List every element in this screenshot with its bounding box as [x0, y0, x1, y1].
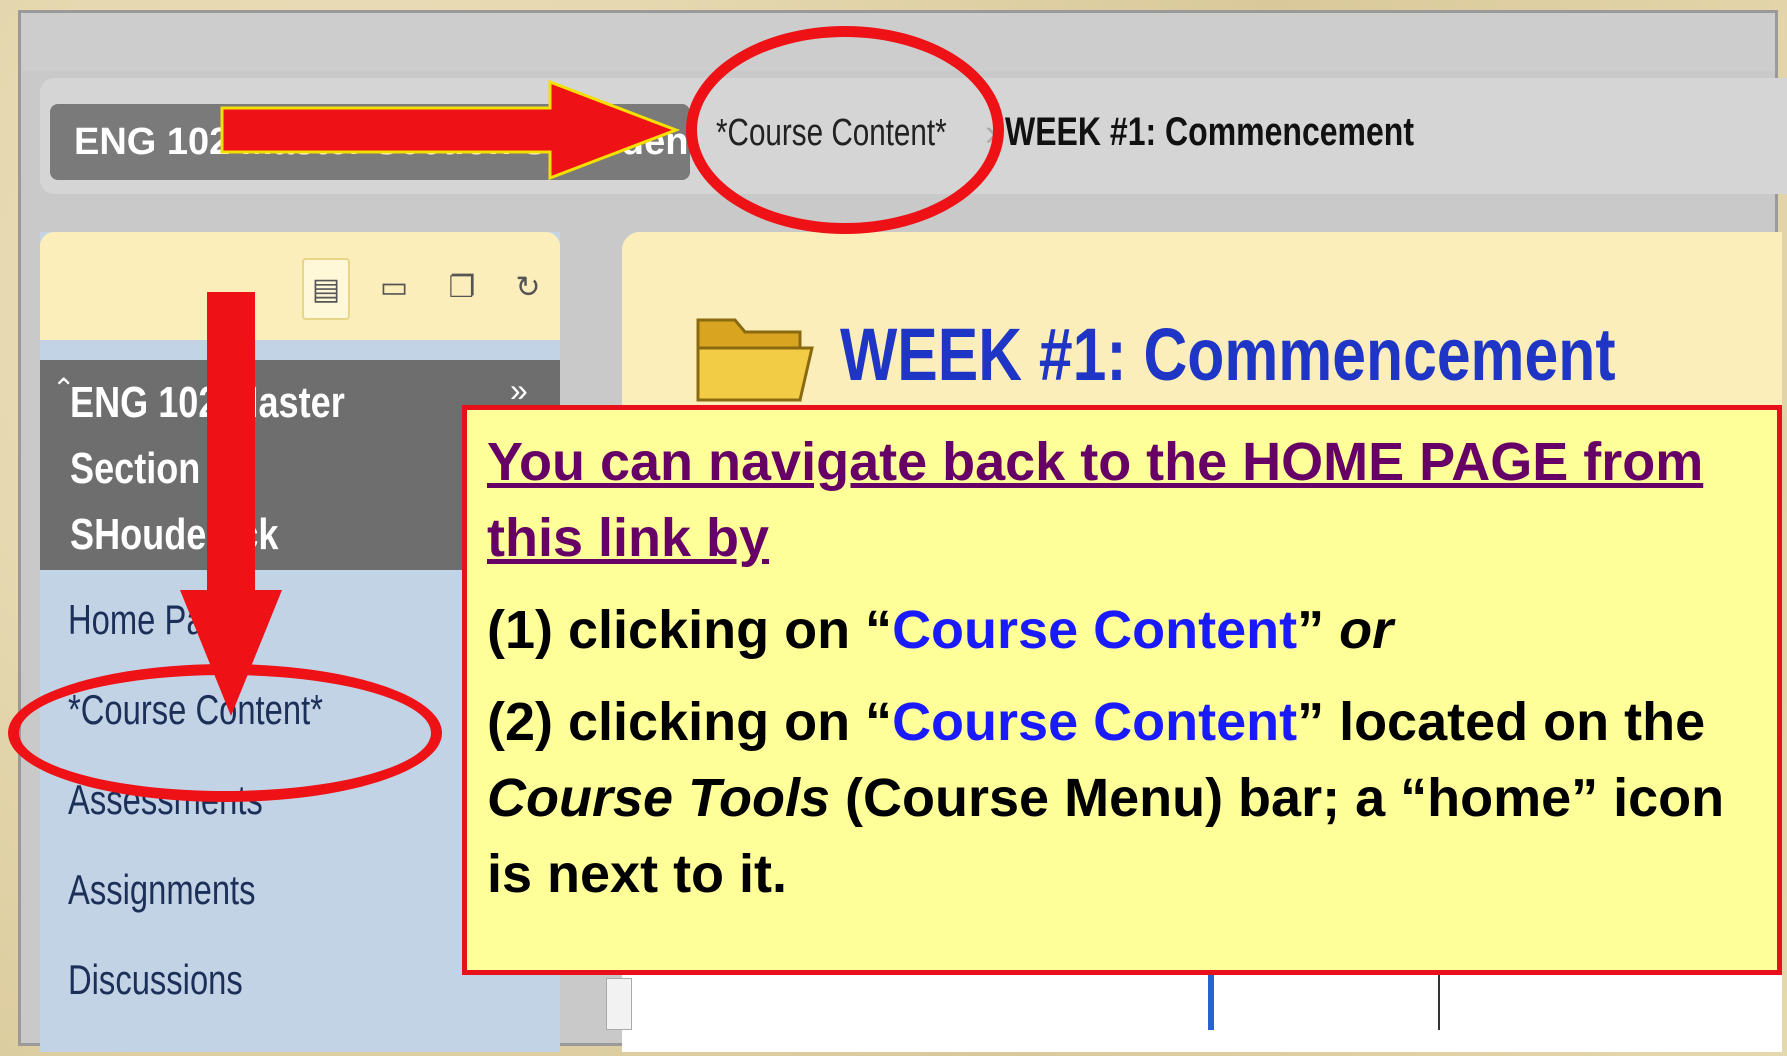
- step2-prefix: (2) clicking on “: [487, 692, 893, 752]
- list-view-icon[interactable]: ▤: [302, 258, 350, 320]
- step2-link-text: Course Content: [892, 692, 1298, 752]
- menu-highlight-circle: [8, 664, 442, 802]
- down-arrow-annotation: [180, 292, 282, 716]
- instruction-callout: You can navigate back to the HOME PAGE f…: [462, 405, 1782, 975]
- step1-link-text: Course Content: [892, 600, 1298, 660]
- callout-step-2: (2) clicking on “Course Content” located…: [487, 684, 1757, 912]
- window-icon[interactable]: ❐: [440, 258, 484, 316]
- expand-icon[interactable]: »: [510, 372, 528, 409]
- content-divider: [1438, 975, 1440, 1030]
- breadcrumb-current: WEEK #1: Commencement: [1005, 110, 1414, 154]
- step1-suffix: ”: [1297, 600, 1340, 660]
- folder-view-icon[interactable]: ▭: [372, 258, 416, 316]
- refresh-icon[interactable]: ↻: [506, 258, 550, 316]
- step1-prefix: (1) clicking on “: [487, 600, 893, 660]
- callout-title: You can navigate back to the HOME PAGE f…: [487, 432, 1704, 568]
- content-title: WEEK #1: Commencement: [840, 313, 1616, 396]
- menu-item-assignments[interactable]: Assignments: [68, 866, 256, 914]
- resize-handle[interactable]: [606, 978, 632, 1030]
- right-arrow-annotation: [220, 80, 680, 180]
- folder-icon: [696, 318, 814, 402]
- content-bar: [1208, 970, 1214, 1030]
- menu-item-discussions[interactable]: Discussions: [68, 956, 243, 1004]
- step2-course-tools: Course Tools: [487, 768, 831, 828]
- breadcrumb-highlight-circle: [686, 26, 1004, 234]
- step2-mid: ” located on the: [1297, 692, 1706, 752]
- callout-step-1: (1) clicking on “Course Content” or: [487, 592, 1757, 668]
- step1-or: or: [1339, 600, 1394, 660]
